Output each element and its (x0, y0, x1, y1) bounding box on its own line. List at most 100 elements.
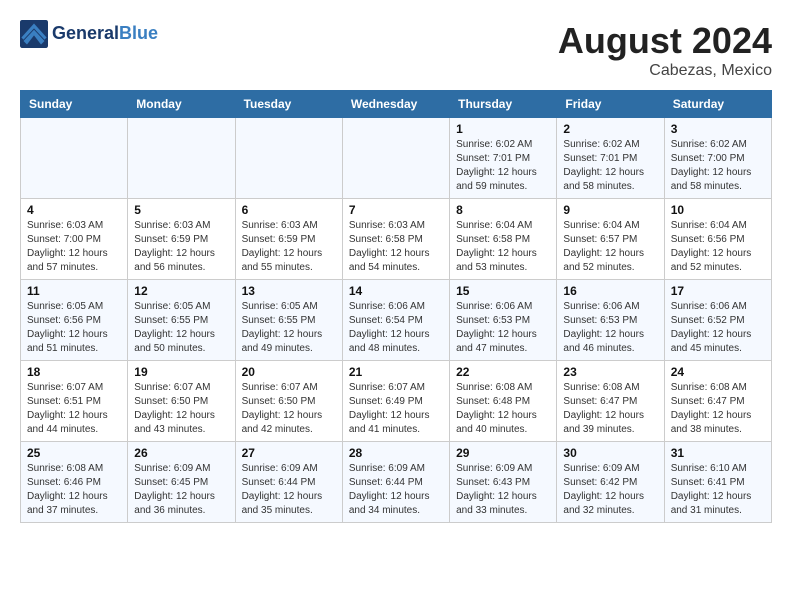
day-info-6: Sunrise: 6:03 AM Sunset: 6:59 PM Dayligh… (242, 219, 336, 275)
empty-cell (235, 118, 342, 199)
day-number-27: 27 (242, 446, 336, 460)
day-cell-24: 24 Sunrise: 6:08 AM Sunset: 6:47 PM Dayli… (664, 361, 771, 442)
day-info-29: Sunrise: 6:09 AM Sunset: 6:43 PM Dayligh… (456, 462, 550, 518)
week-row-2: 4 Sunrise: 6:03 AM Sunset: 7:00 PM Daylig… (21, 199, 772, 280)
logo-general: General (52, 23, 119, 43)
day-info-3: Sunrise: 6:02 AM Sunset: 7:00 PM Dayligh… (671, 138, 765, 194)
day-cell-10: 10Sunrise: 6:04 AM Sunset: 6:56 PM Dayli… (664, 199, 771, 280)
day-number-2: 2 (563, 122, 657, 136)
month-title: August 2024 (558, 20, 772, 62)
weekday-header-tuesday: Tuesday (235, 91, 342, 118)
day-number-18: 18 (27, 365, 121, 379)
day-info-31: Sunrise: 6:10 AM Sunset: 6:41 PM Dayligh… (671, 462, 765, 518)
day-cell-15: 15 Sunrise: 6:06 AM Sunset: 6:53 PM Dayli… (450, 280, 557, 361)
day-info-4: Sunrise: 6:03 AM Sunset: 7:00 PM Dayligh… (27, 219, 121, 275)
empty-cell (21, 118, 128, 199)
day-info-16: Sunrise: 6:06 AM Sunset: 6:53 PM Dayligh… (563, 300, 657, 356)
day-info-13: Sunrise: 6:05 AM Sunset: 6:55 PM Dayligh… (242, 300, 336, 356)
day-info-10: Sunrise: 6:04 AM Sunset: 6:56 PM Dayligh… (671, 219, 765, 275)
day-info-14: Sunrise: 6:06 AM Sunset: 6:54 PM Dayligh… (349, 300, 443, 356)
day-info-23: Sunrise: 6:08 AM Sunset: 6:47 PM Dayligh… (563, 381, 657, 437)
day-info-5: Sunrise: 6:03 AM Sunset: 6:59 PM Dayligh… (134, 219, 228, 275)
day-cell-31: 31 Sunrise: 6:10 AM Sunset: 6:41 PM Dayli… (664, 442, 771, 523)
day-number-29: 29 (456, 446, 550, 460)
logo-icon (20, 20, 48, 48)
day-number-12: 12 (134, 284, 228, 298)
day-cell-26: 26 Sunrise: 6:09 AM Sunset: 6:45 PM Dayli… (128, 442, 235, 523)
day-number-28: 28 (349, 446, 443, 460)
day-number-25: 25 (27, 446, 121, 460)
day-info-27: Sunrise: 6:09 AM Sunset: 6:44 PM Dayligh… (242, 462, 336, 518)
day-cell-1: 1 Sunrise: 6:02 AM Sunset: 7:01 PM Daylig… (450, 118, 557, 199)
day-number-4: 4 (27, 203, 121, 217)
day-info-2: Sunrise: 6:02 AM Sunset: 7:01 PM Dayligh… (563, 138, 657, 194)
day-number-1: 1 (456, 122, 550, 136)
day-number-7: 7 (349, 203, 443, 217)
day-info-25: Sunrise: 6:08 AM Sunset: 6:46 PM Dayligh… (27, 462, 121, 518)
day-cell-23: 23Sunrise: 6:08 AM Sunset: 6:47 PM Dayli… (557, 361, 664, 442)
day-number-8: 8 (456, 203, 550, 217)
day-info-28: Sunrise: 6:09 AM Sunset: 6:44 PM Dayligh… (349, 462, 443, 518)
week-row-3: 11Sunrise: 6:05 AM Sunset: 6:56 PM Dayli… (21, 280, 772, 361)
weekday-header-wednesday: Wednesday (342, 91, 449, 118)
day-cell-11: 11Sunrise: 6:05 AM Sunset: 6:56 PM Dayli… (21, 280, 128, 361)
day-cell-8: 8 Sunrise: 6:04 AM Sunset: 6:58 PM Daylig… (450, 199, 557, 280)
weekday-header-friday: Friday (557, 91, 664, 118)
day-info-1: Sunrise: 6:02 AM Sunset: 7:01 PM Dayligh… (456, 138, 550, 194)
day-info-15: Sunrise: 6:06 AM Sunset: 6:53 PM Dayligh… (456, 300, 550, 356)
day-cell-20: 20Sunrise: 6:07 AM Sunset: 6:50 PM Dayli… (235, 361, 342, 442)
day-number-14: 14 (349, 284, 443, 298)
day-number-26: 26 (134, 446, 228, 460)
week-row-4: 18 Sunrise: 6:07 AM Sunset: 6:51 PM Dayli… (21, 361, 772, 442)
day-number-31: 31 (671, 446, 765, 460)
logo-text: GeneralBlue (52, 24, 158, 44)
day-cell-27: 27 Sunrise: 6:09 AM Sunset: 6:44 PM Dayli… (235, 442, 342, 523)
day-cell-9: 9Sunrise: 6:04 AM Sunset: 6:57 PM Daylig… (557, 199, 664, 280)
day-number-24: 24 (671, 365, 765, 379)
day-number-20: 20 (242, 365, 336, 379)
day-info-8: Sunrise: 6:04 AM Sunset: 6:58 PM Dayligh… (456, 219, 550, 275)
day-cell-28: 28 Sunrise: 6:09 AM Sunset: 6:44 PM Dayli… (342, 442, 449, 523)
day-cell-3: 3 Sunrise: 6:02 AM Sunset: 7:00 PM Daylig… (664, 118, 771, 199)
calendar-table: SundayMondayTuesdayWednesdayThursdayFrid… (20, 90, 772, 523)
day-info-18: Sunrise: 6:07 AM Sunset: 6:51 PM Dayligh… (27, 381, 121, 437)
day-number-3: 3 (671, 122, 765, 136)
empty-cell (128, 118, 235, 199)
week-row-5: 25 Sunrise: 6:08 AM Sunset: 6:46 PM Dayli… (21, 442, 772, 523)
day-info-22: Sunrise: 6:08 AM Sunset: 6:48 PM Dayligh… (456, 381, 550, 437)
day-cell-29: 29 Sunrise: 6:09 AM Sunset: 6:43 PM Dayli… (450, 442, 557, 523)
day-cell-18: 18 Sunrise: 6:07 AM Sunset: 6:51 PM Dayli… (21, 361, 128, 442)
day-cell-2: 2 Sunrise: 6:02 AM Sunset: 7:01 PM Daylig… (557, 118, 664, 199)
day-cell-6: 6 Sunrise: 6:03 AM Sunset: 6:59 PM Daylig… (235, 199, 342, 280)
day-number-17: 17 (671, 284, 765, 298)
day-info-30: Sunrise: 6:09 AM Sunset: 6:42 PM Dayligh… (563, 462, 657, 518)
weekday-header-saturday: Saturday (664, 91, 771, 118)
day-cell-12: 12Sunrise: 6:05 AM Sunset: 6:55 PM Dayli… (128, 280, 235, 361)
day-number-13: 13 (242, 284, 336, 298)
day-number-6: 6 (242, 203, 336, 217)
day-cell-22: 22Sunrise: 6:08 AM Sunset: 6:48 PM Dayli… (450, 361, 557, 442)
day-info-26: Sunrise: 6:09 AM Sunset: 6:45 PM Dayligh… (134, 462, 228, 518)
weekday-header-sunday: Sunday (21, 91, 128, 118)
title-block: August 2024 Cabezas, Mexico (558, 20, 772, 80)
day-number-30: 30 (563, 446, 657, 460)
day-number-5: 5 (134, 203, 228, 217)
day-number-19: 19 (134, 365, 228, 379)
day-cell-17: 17 Sunrise: 6:06 AM Sunset: 6:52 PM Dayli… (664, 280, 771, 361)
day-cell-21: 21Sunrise: 6:07 AM Sunset: 6:49 PM Dayli… (342, 361, 449, 442)
day-number-15: 15 (456, 284, 550, 298)
day-cell-19: 19 Sunrise: 6:07 AM Sunset: 6:50 PM Dayli… (128, 361, 235, 442)
weekday-header-monday: Monday (128, 91, 235, 118)
day-number-21: 21 (349, 365, 443, 379)
day-info-19: Sunrise: 6:07 AM Sunset: 6:50 PM Dayligh… (134, 381, 228, 437)
day-info-24: Sunrise: 6:08 AM Sunset: 6:47 PM Dayligh… (671, 381, 765, 437)
weekday-header-thursday: Thursday (450, 91, 557, 118)
day-cell-13: 13 Sunrise: 6:05 AM Sunset: 6:55 PM Dayli… (235, 280, 342, 361)
logo-blue: Blue (119, 23, 158, 43)
day-info-11: Sunrise: 6:05 AM Sunset: 6:56 PM Dayligh… (27, 300, 121, 356)
day-cell-5: 5 Sunrise: 6:03 AM Sunset: 6:59 PM Daylig… (128, 199, 235, 280)
day-info-17: Sunrise: 6:06 AM Sunset: 6:52 PM Dayligh… (671, 300, 765, 356)
day-cell-30: 30 Sunrise: 6:09 AM Sunset: 6:42 PM Dayli… (557, 442, 664, 523)
location: Cabezas, Mexico (558, 62, 772, 80)
day-info-7: Sunrise: 6:03 AM Sunset: 6:58 PM Dayligh… (349, 219, 443, 275)
